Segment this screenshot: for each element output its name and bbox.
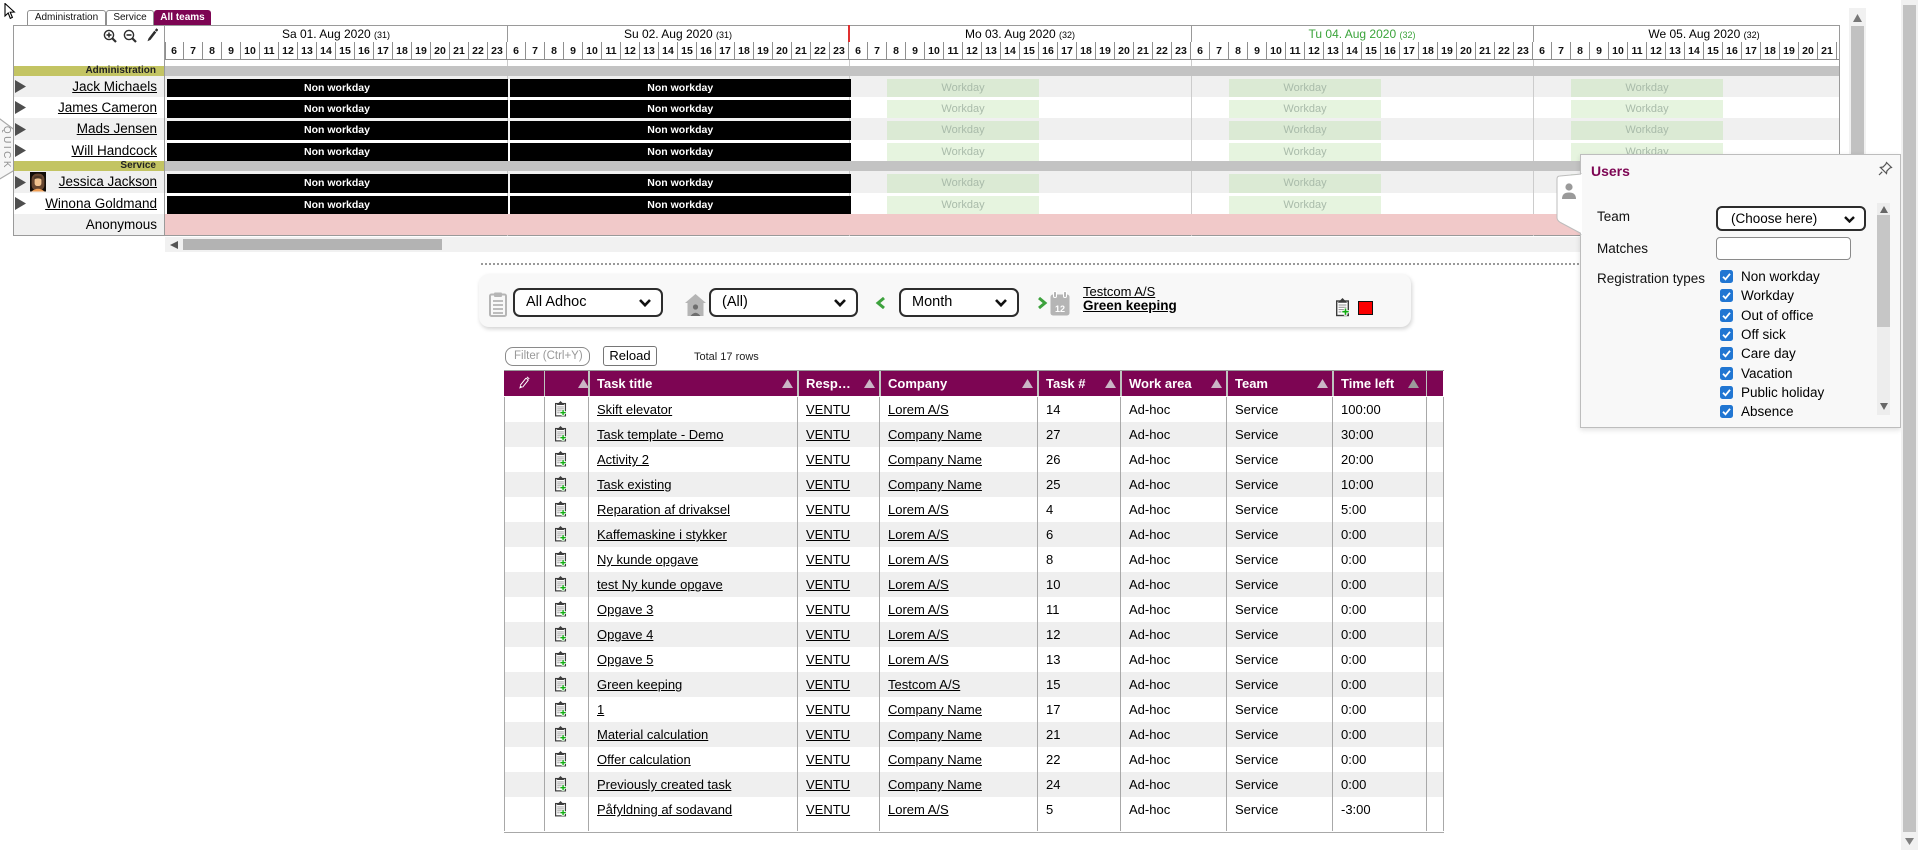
- svg-text:12: 12: [1055, 304, 1065, 314]
